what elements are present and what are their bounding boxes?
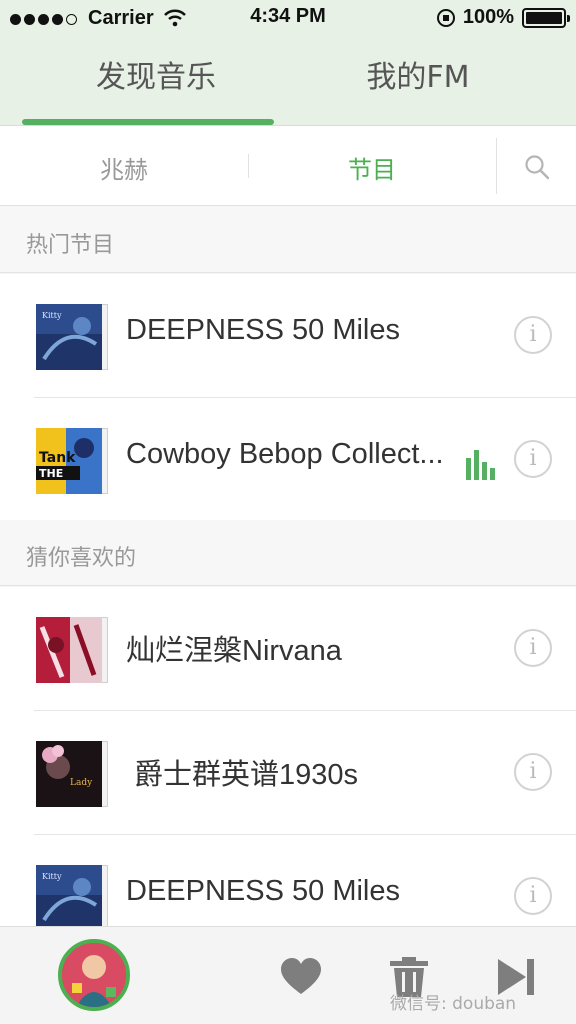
player-bar: 微信号: douban <box>0 926 576 1024</box>
search-icon[interactable] <box>524 154 550 180</box>
program-title: Cowboy Bebop Collect... <box>126 438 444 470</box>
battery-percent: 100% <box>462 6 514 28</box>
now-playing-cover[interactable] <box>58 939 130 1011</box>
svg-text:Lady: Lady <box>70 778 93 788</box>
heart-icon[interactable] <box>280 957 322 997</box>
recommended-list: 灿烂涅槃Nirvana i Lady 爵士群英谱1930s i Kitty DE… <box>0 587 576 959</box>
status-bar: Carrier 4:34 PM 100% <box>0 0 576 36</box>
program-title: 爵士群英谱1930s <box>134 759 359 791</box>
program-title: 灿烂涅槃Nirvana <box>126 635 342 667</box>
active-tab-indicator <box>22 119 274 125</box>
album-cover: Kitty <box>36 865 108 931</box>
info-icon[interactable]: i <box>514 440 552 478</box>
program-title: DEEPNESS 50 Miles <box>126 875 400 907</box>
info-icon[interactable]: i <box>514 753 552 791</box>
section-title: 热门节目 <box>26 233 115 258</box>
program-title: DEEPNESS 50 Miles <box>126 314 400 346</box>
segment-mhz[interactable]: 兆赫 <box>100 150 148 185</box>
album-cover <box>36 617 108 683</box>
album-cover: Kitty <box>36 304 108 370</box>
album-cover: THE Tank <box>36 428 108 494</box>
info-icon[interactable]: i <box>514 877 552 915</box>
list-item[interactable]: THE Tank Cowboy Bebop Collect... i <box>0 398 576 522</box>
svg-text:Tank: Tank <box>39 450 76 466</box>
segment-divider <box>248 154 249 178</box>
douban-fm-screen: Carrier 4:34 PM 100% 发现音乐 我的FM 兆赫 节目 热门节… <box>0 0 576 1024</box>
top-header: Carrier 4:34 PM 100% 发现音乐 我的FM <box>0 0 576 126</box>
segment-bar: 兆赫 节目 <box>0 126 576 206</box>
segment-programs[interactable]: 节目 <box>348 150 396 185</box>
watermark: 微信号: douban <box>390 994 517 1014</box>
hot-programs-list: Kitty DEEPNESS 50 Miles i THE Tank Cowbo… <box>0 274 576 522</box>
album-cover: Lady <box>36 741 108 807</box>
svg-text:Kitty: Kitty <box>42 872 62 881</box>
now-playing-icon <box>466 450 495 480</box>
tab-my-fm[interactable]: 我的FM <box>274 52 562 98</box>
section-title: 猜你喜欢的 <box>26 546 137 571</box>
rotation-lock-icon <box>436 8 455 27</box>
info-icon[interactable]: i <box>514 629 552 667</box>
tab-discover-music[interactable]: 发现音乐 <box>12 52 300 98</box>
section-header-hot-programs: 热门节目 <box>0 207 576 273</box>
list-item[interactable]: Lady 爵士群英谱1930s i <box>0 711 576 835</box>
battery-icon <box>522 7 570 28</box>
segment-divider <box>496 138 497 194</box>
list-item[interactable]: 灿烂涅槃Nirvana i <box>0 587 576 711</box>
info-icon[interactable]: i <box>514 316 552 354</box>
svg-text:THE: THE <box>39 467 63 480</box>
svg-text:Kitty: Kitty <box>42 311 62 320</box>
list-item[interactable]: Kitty DEEPNESS 50 Miles i <box>0 274 576 398</box>
section-header-recommended: 猜你喜欢的 <box>0 520 576 586</box>
